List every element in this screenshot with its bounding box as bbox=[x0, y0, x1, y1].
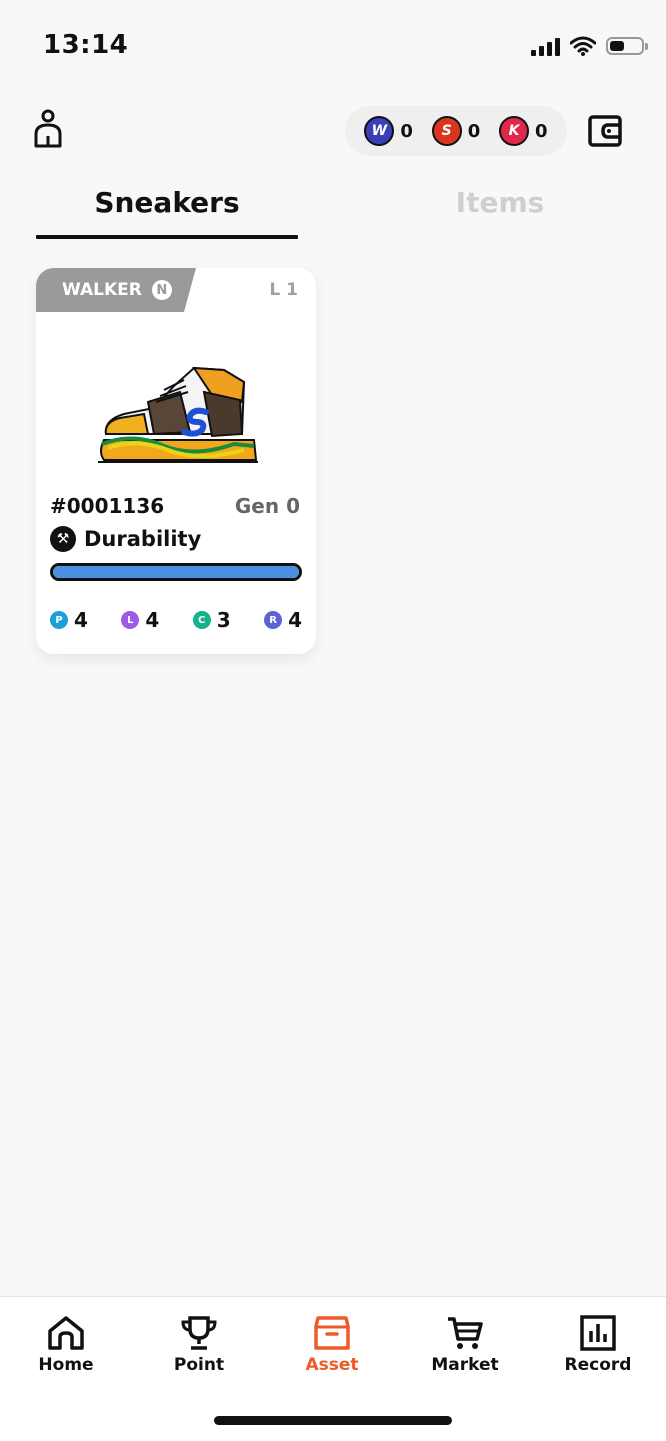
token-walk: W 0 bbox=[364, 116, 413, 146]
nav-home[interactable]: Home bbox=[11, 1315, 121, 1375]
sneaker-type-badge: WALKER N bbox=[36, 268, 196, 312]
walk-token-icon: W bbox=[364, 116, 395, 146]
tab-sneakers[interactable]: Sneakers bbox=[36, 186, 298, 219]
stat-p: P 4 bbox=[50, 608, 88, 632]
durability-label: Durability bbox=[84, 527, 202, 551]
sneaker-level: L 1 bbox=[269, 280, 298, 300]
wallet-icon bbox=[588, 115, 622, 147]
wifi-icon bbox=[570, 36, 596, 56]
sneaker-type-label: WALKER bbox=[62, 280, 142, 300]
stat-l: L 4 bbox=[121, 608, 159, 632]
s-token-icon: S bbox=[431, 116, 462, 146]
stat-value: 4 bbox=[74, 608, 88, 632]
home-indicator[interactable] bbox=[214, 1416, 452, 1425]
durability-fill bbox=[53, 566, 299, 578]
stat-p-icon: P bbox=[50, 611, 68, 629]
token-amount: 0 bbox=[400, 120, 413, 142]
user-icon bbox=[34, 109, 62, 148]
nav-label: Point bbox=[173, 1355, 225, 1375]
trophy-icon bbox=[181, 1316, 217, 1350]
nav-market[interactable]: Market bbox=[410, 1315, 520, 1375]
sneaker-card[interactable]: WALKER N L 1 #0001136 Gen 0 ⚒ Durability… bbox=[36, 268, 316, 654]
stat-l-icon: L bbox=[121, 611, 140, 629]
wallet-button[interactable] bbox=[588, 114, 622, 148]
status-time: 13:14 bbox=[43, 30, 129, 60]
token-amount: 0 bbox=[535, 120, 548, 142]
sneaker-stats: P 4 L 4 C 3 R 4 bbox=[50, 608, 302, 632]
nav-label: Record bbox=[564, 1355, 632, 1375]
nav-record[interactable]: Record bbox=[543, 1315, 653, 1375]
token-k: K 0 bbox=[499, 116, 548, 146]
nav-label: Asset bbox=[305, 1355, 359, 1375]
battery-level bbox=[610, 41, 624, 51]
status-icons bbox=[531, 36, 648, 56]
active-tab-indicator bbox=[36, 235, 298, 239]
token-s: S 0 bbox=[431, 116, 481, 146]
nav-point[interactable]: Point bbox=[144, 1315, 254, 1375]
bar-chart-icon bbox=[580, 1315, 616, 1351]
sneaker-image bbox=[98, 366, 258, 463]
durability-row: ⚒ Durability bbox=[50, 526, 201, 552]
durability-bar bbox=[50, 563, 302, 581]
token-balances[interactable]: W 0 S 0 K 0 bbox=[345, 106, 567, 156]
profile-button[interactable] bbox=[30, 108, 66, 148]
stat-r-icon: R bbox=[264, 611, 283, 629]
nav-label: Market bbox=[431, 1355, 499, 1375]
stat-value: 3 bbox=[216, 608, 231, 632]
sneaker-id: #0001136 bbox=[50, 494, 165, 518]
rarity-icon: N bbox=[151, 280, 172, 300]
token-amount: 0 bbox=[467, 120, 481, 142]
hammer-icon: ⚒ bbox=[50, 526, 76, 552]
nav-label: Home bbox=[38, 1355, 94, 1375]
stat-r: R 4 bbox=[264, 608, 302, 632]
home-icon bbox=[48, 1316, 84, 1350]
nav-asset[interactable]: Asset bbox=[277, 1315, 387, 1375]
cellular-signal-icon bbox=[531, 36, 560, 56]
sneaker-gen: Gen 0 bbox=[234, 494, 300, 518]
stat-c: C 3 bbox=[192, 608, 231, 632]
battery-icon bbox=[606, 37, 648, 55]
stat-value: 4 bbox=[288, 608, 302, 632]
tab-items[interactable]: Items bbox=[372, 186, 628, 219]
stat-c-icon: C bbox=[192, 611, 211, 629]
cart-icon bbox=[448, 1317, 483, 1349]
box-icon bbox=[314, 1316, 350, 1350]
k-token-icon: K bbox=[499, 116, 530, 146]
stat-value: 4 bbox=[145, 608, 160, 632]
